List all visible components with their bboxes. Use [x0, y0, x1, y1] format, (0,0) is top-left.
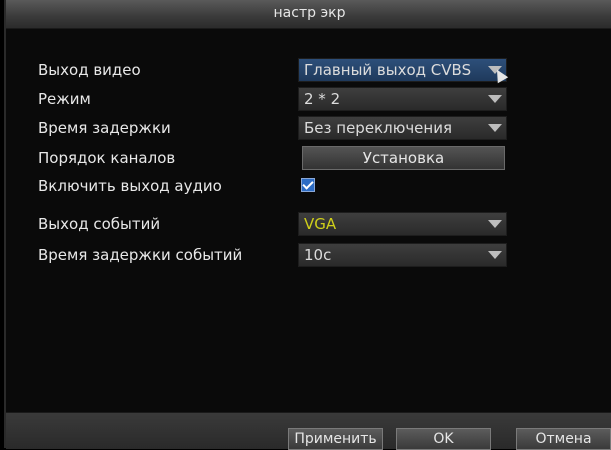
checkmark-icon	[302, 178, 314, 190]
setting-row-event-output: Выход событий VGA	[6, 212, 611, 238]
audio-output-label: Включить выход аудио	[38, 177, 222, 195]
mode-select[interactable]: 2 * 2	[298, 87, 507, 111]
dwell-time-label: Время задержки	[38, 119, 171, 137]
chevron-down-icon[interactable]	[488, 220, 502, 228]
setting-row-audio-output: Включить выход аудио	[6, 174, 611, 200]
channel-order-label: Порядок каналов	[38, 149, 176, 167]
video-output-select[interactable]: Главный выход CVBS	[298, 58, 509, 84]
video-output-label: Выход видео	[38, 61, 141, 79]
video-output-value: Главный выход CVBS	[304, 61, 472, 79]
dialog-footer: Применить OK Отмена	[6, 412, 611, 450]
setting-row-channel-order: Порядок каналов Установка	[6, 146, 611, 172]
setting-row-video-output: Выход видео Главный выход CVBS	[6, 58, 611, 84]
audio-output-checkbox[interactable]	[301, 178, 315, 192]
setting-row-dwell-time: Время задержки Без переключения	[6, 116, 611, 142]
chevron-down-icon[interactable]	[488, 124, 502, 132]
event-dwell-time-value: 10с	[304, 246, 332, 264]
chevron-down-icon[interactable]	[488, 95, 502, 103]
cancel-button[interactable]: Отмена	[516, 428, 611, 450]
dwell-time-select[interactable]: Без переключения	[298, 116, 507, 140]
apply-button[interactable]: Применить	[288, 428, 383, 450]
channel-order-setup-button[interactable]: Установка	[302, 146, 505, 170]
event-output-select[interactable]: VGA	[298, 212, 507, 236]
ok-button[interactable]: OK	[396, 428, 491, 450]
event-dwell-time-label: Время задержки событий	[38, 246, 243, 264]
event-output-value: VGA	[304, 215, 337, 233]
mode-value: 2 * 2	[304, 90, 341, 108]
setting-row-mode: Режим 2 * 2	[6, 87, 611, 113]
setting-row-event-dwell-time: Время задержки событий 10с	[6, 243, 611, 269]
dialog-title: настр экр	[273, 5, 346, 21]
mode-label: Режим	[38, 90, 91, 108]
dwell-time-value: Без переключения	[304, 119, 452, 137]
chevron-down-icon[interactable]	[488, 251, 502, 259]
event-dwell-time-select[interactable]: 10с	[298, 243, 507, 267]
screen-settings-dialog: настр экр Выход видео Главный выход CVBS…	[4, 0, 611, 450]
title-bar: настр экр	[6, 0, 611, 29]
event-output-label: Выход событий	[38, 215, 161, 233]
